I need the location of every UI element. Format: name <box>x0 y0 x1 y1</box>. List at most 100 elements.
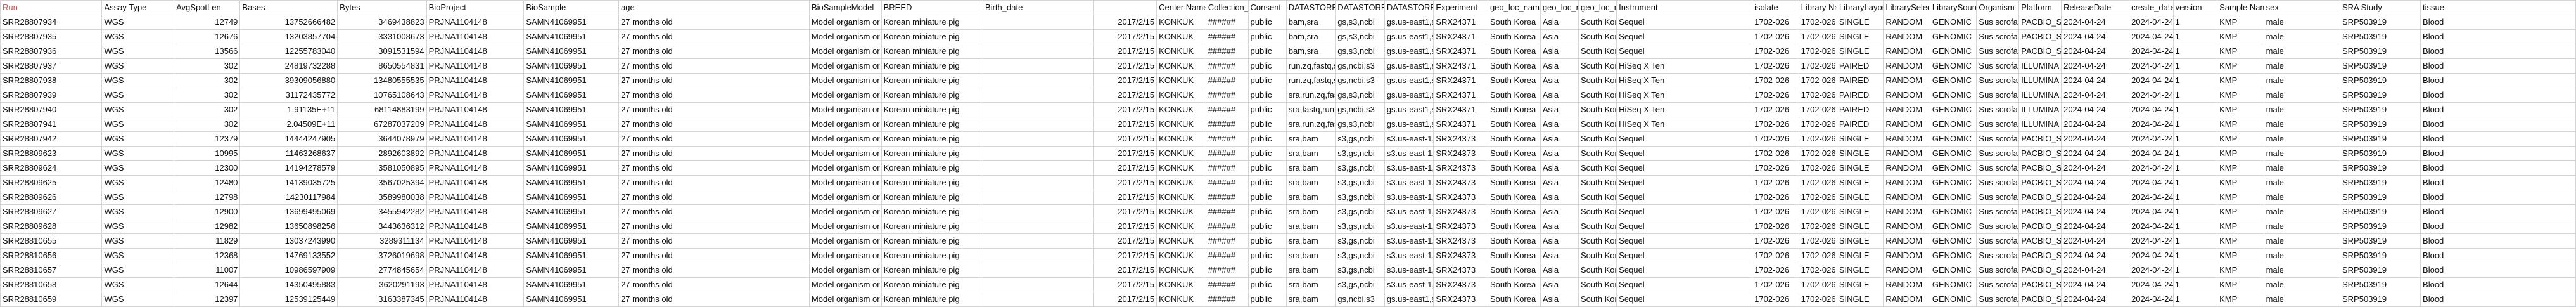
table-cell[interactable]: 2024-04-24 <box>2129 58 2174 74</box>
table-cell[interactable]: 27 months old <box>618 292 810 307</box>
table-cell[interactable]: 2024-04-24 <box>2061 204 2130 219</box>
table-cell[interactable]: South Korea:Pyeongtaek-si <box>1578 233 1617 249</box>
table-cell[interactable]: 2024-04-24 <box>2061 248 2130 263</box>
table-cell[interactable]: Asia <box>1540 219 1579 234</box>
table-cell[interactable]: 14350495883 <box>239 277 338 292</box>
table-cell[interactable]: 1702-026 <box>1798 277 1837 292</box>
table-cell[interactable]: 13480555535 <box>337 73 427 88</box>
table-cell[interactable]: gs.us-east1,s3.us-east-1 <box>1384 117 1434 132</box>
table-cell[interactable]: 1702-026 <box>1752 44 1799 59</box>
table-cell[interactable]: RANDOM <box>1883 58 1930 74</box>
table-cell[interactable]: RANDOM <box>1883 102 1930 117</box>
table-cell[interactable]: public <box>1247 44 1287 59</box>
table-cell[interactable] <box>983 73 1094 88</box>
table-cell[interactable]: Sus scrofa <box>1976 292 2020 307</box>
table-cell[interactable]: male <box>2263 131 2341 147</box>
table-cell[interactable]: ###### <box>1205 277 1249 292</box>
table-cell[interactable]: 2017/2/15 <box>1092 160 1157 176</box>
table-cell[interactable]: Sequel <box>1616 146 1753 161</box>
table-cell[interactable]: GENOMIC <box>1929 160 1977 176</box>
table-cell[interactable]: s3.us-east-1,gs.us-east1 <box>1384 175 1434 190</box>
table-cell[interactable]: Sequel <box>1616 29 1753 44</box>
table-cell[interactable]: 12480 <box>174 175 241 190</box>
table-cell[interactable]: gs.us-east1,s3.us-east-1 <box>1384 58 1434 74</box>
table-cell[interactable]: South Korea <box>1487 117 1541 132</box>
table-cell[interactable]: 27 months old <box>618 117 810 132</box>
table-cell[interactable]: PACBIO_SMRT <box>2018 15 2062 30</box>
table-cell[interactable]: Model organism or animal <box>808 263 882 278</box>
column-header[interactable]: Birth_date <box>983 0 1094 15</box>
table-cell[interactable]: PRJNA1104148 <box>426 58 525 74</box>
table-cell[interactable]: 2024-04-24 <box>2061 88 2130 103</box>
table-cell[interactable]: KONKUK <box>1156 233 1206 249</box>
table-cell[interactable]: South Korea:Pyeongtaek-si <box>1578 88 1617 103</box>
table-cell[interactable]: PRJNA1104148 <box>426 73 525 88</box>
table-cell[interactable]: KMP <box>2217 248 2264 263</box>
table-cell[interactable]: 2892603892 <box>337 146 427 161</box>
table-cell[interactable]: South Korea <box>1487 204 1541 219</box>
column-header[interactable]: BioSampleModel <box>808 0 882 15</box>
table-cell[interactable]: Asia <box>1540 204 1579 219</box>
table-cell[interactable]: 3620291193 <box>337 277 427 292</box>
table-cell[interactable]: 1 <box>2172 88 2218 103</box>
table-cell[interactable]: male <box>2263 292 2341 307</box>
table-cell[interactable]: 8650554831 <box>337 58 427 74</box>
table-cell[interactable]: 1 <box>2172 219 2218 234</box>
table-cell[interactable]: gs.us-east1,s3.us-east-1 <box>1384 88 1434 103</box>
table-cell[interactable]: Model organism or animal <box>808 204 882 219</box>
table-cell[interactable]: s3,gs,ncbi <box>1335 277 1385 292</box>
table-cell[interactable]: Asia <box>1540 102 1579 117</box>
table-cell[interactable]: 2024-04-24 <box>2061 263 2130 278</box>
table-cell[interactable]: 27 months old <box>618 204 810 219</box>
table-cell[interactable]: 1702-026 <box>1752 131 1799 147</box>
table-cell[interactable]: HiSeq X Ten <box>1616 58 1753 74</box>
table-cell[interactable]: KMP <box>2217 233 2264 249</box>
column-header[interactable]: Library Name <box>1798 0 1837 15</box>
table-cell[interactable]: sra,bam <box>1285 233 1336 249</box>
table-cell[interactable]: Model organism or animal <box>808 88 882 103</box>
table-cell[interactable]: 3726019698 <box>337 248 427 263</box>
table-cell[interactable]: South Korea <box>1487 160 1541 176</box>
table-cell[interactable]: 27 months old <box>618 131 810 147</box>
table-cell[interactable] <box>983 131 1094 147</box>
table-cell[interactable]: Blood <box>2420 160 2576 176</box>
table-cell[interactable]: 2024-04-24 <box>2129 219 2174 234</box>
table-cell[interactable]: 2024-04-24 <box>2061 292 2130 307</box>
table-cell[interactable]: SRR28809628 <box>0 219 103 234</box>
table-cell[interactable]: 1 <box>2172 15 2218 30</box>
table-cell[interactable]: sra,bam <box>1285 277 1336 292</box>
table-cell[interactable]: Sequel <box>1616 131 1753 147</box>
table-cell[interactable]: 27 months old <box>618 88 810 103</box>
table-cell[interactable]: Asia <box>1540 117 1579 132</box>
table-cell[interactable]: KMP <box>2217 102 2264 117</box>
table-cell[interactable]: RANDOM <box>1883 160 1930 176</box>
table-cell[interactable]: 27 months old <box>618 146 810 161</box>
table-cell[interactable]: SRX24371 <box>1433 88 1488 103</box>
table-cell[interactable]: 1702-026 <box>1798 131 1837 147</box>
table-cell[interactable]: 2017/2/15 <box>1092 146 1157 161</box>
table-cell[interactable]: KONKUK <box>1156 88 1206 103</box>
table-cell[interactable]: GENOMIC <box>1929 15 1977 30</box>
table-cell[interactable]: SAMN41069951 <box>523 204 620 219</box>
table-cell[interactable]: s3,gs,ncbi <box>1335 263 1385 278</box>
table-cell[interactable]: public <box>1247 102 1287 117</box>
table-cell[interactable]: gs.us-east1,s3.us-east-1 <box>1384 29 1434 44</box>
table-cell[interactable]: GENOMIC <box>1929 29 1977 44</box>
table-cell[interactable]: KMP <box>2217 29 2264 44</box>
table-cell[interactable]: RANDOM <box>1883 233 1930 249</box>
table-cell[interactable]: Korean miniature pig <box>881 117 984 132</box>
column-header[interactable]: Instrument <box>1616 0 1753 15</box>
table-cell[interactable]: SINGLE <box>1836 233 1884 249</box>
table-cell[interactable]: 10995 <box>174 146 241 161</box>
table-cell[interactable]: 3331008673 <box>337 29 427 44</box>
table-cell[interactable]: PACBIO_SMRT <box>2018 277 2062 292</box>
table-cell[interactable]: SRR28809625 <box>0 175 103 190</box>
table-cell[interactable]: KONKUK <box>1156 160 1206 176</box>
table-cell[interactable]: SINGLE <box>1836 44 1884 59</box>
table-cell[interactable]: SRX24371 <box>1433 117 1488 132</box>
table-cell[interactable]: PRJNA1104148 <box>426 263 525 278</box>
table-cell[interactable]: 1 <box>2172 73 2218 88</box>
table-cell[interactable]: Asia <box>1540 277 1579 292</box>
column-header[interactable]: SRA Study <box>2339 0 2421 15</box>
column-header[interactable]: version <box>2172 0 2218 15</box>
